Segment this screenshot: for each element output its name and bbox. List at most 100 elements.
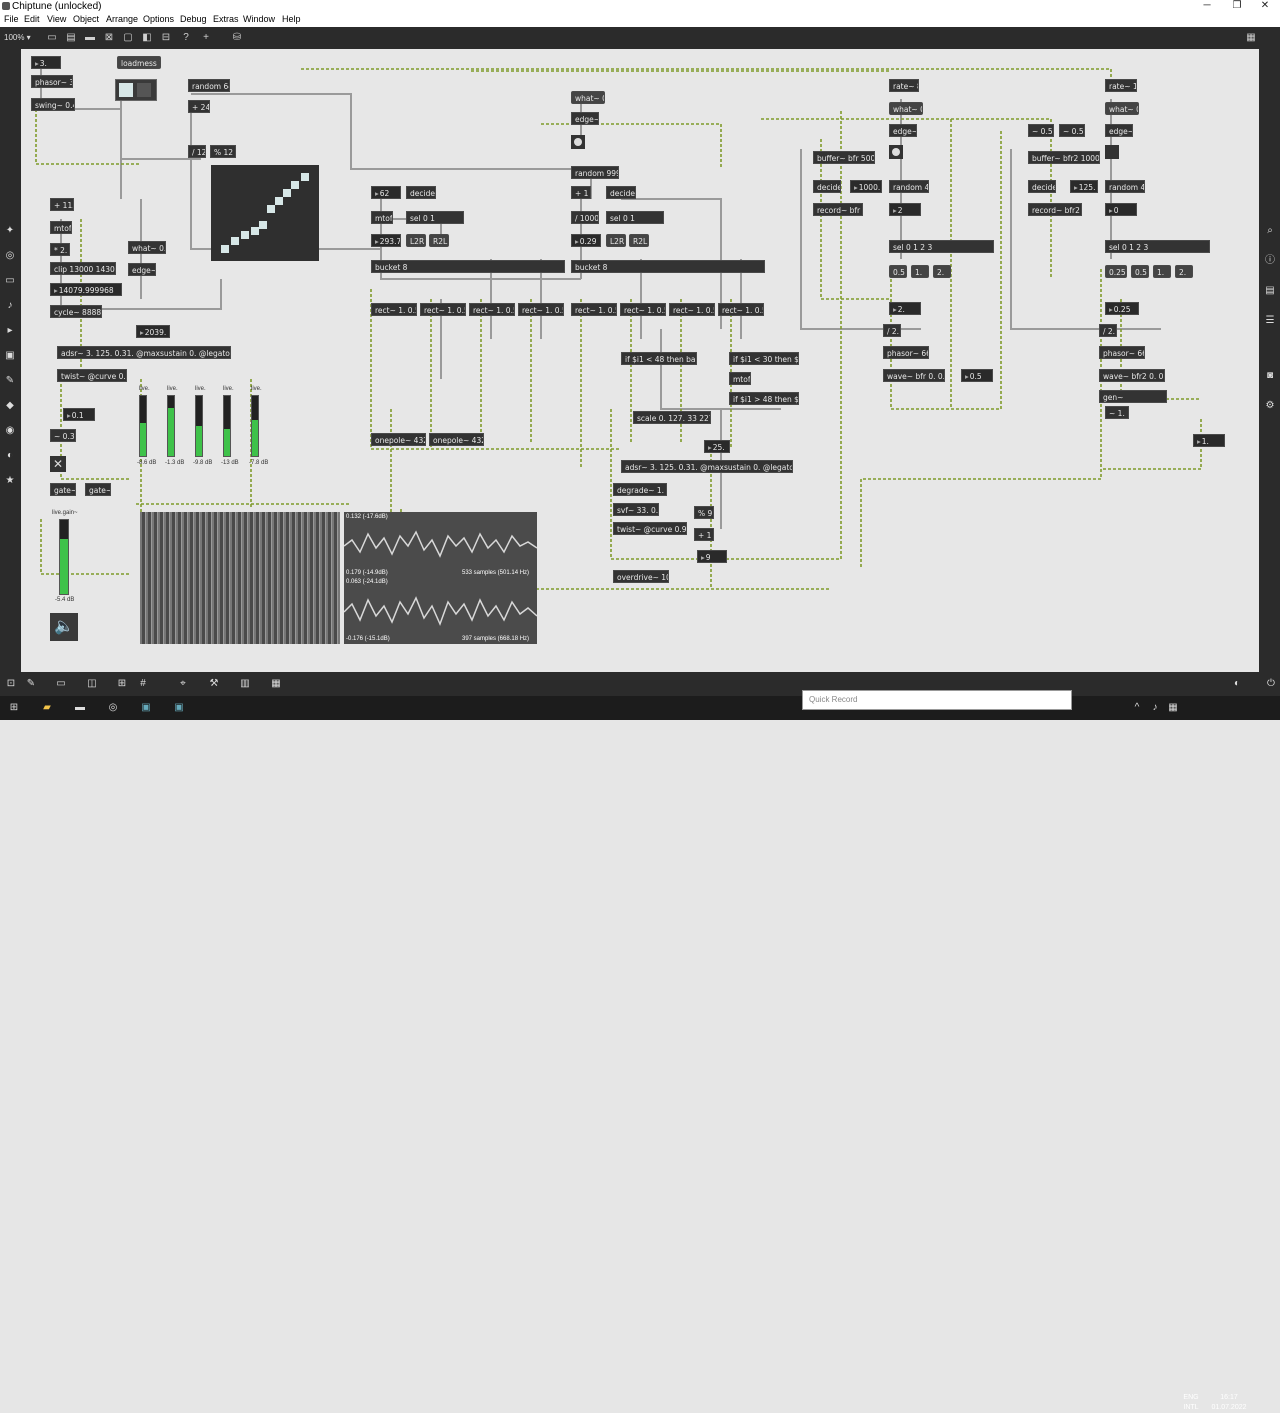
menu-view[interactable]: View [47, 14, 66, 24]
message-box[interactable]: what~ 0. [1105, 102, 1139, 115]
object-box[interactable]: sel 0 1 2 3 [1105, 240, 1210, 253]
number-box[interactable]: 125. [1070, 180, 1098, 193]
object-box[interactable]: ~ 1. [1105, 406, 1129, 419]
comment-icon[interactable]: ▬ [83, 31, 97, 44]
folder-icon[interactable]: ▰ [40, 701, 54, 715]
object-box[interactable]: gen~ [1099, 390, 1167, 403]
presentation-icon[interactable]: ▤ [64, 31, 78, 44]
object-icon[interactable]: ▢ [121, 31, 135, 44]
object-box[interactable]: if $i1 < 30 then $i1 [729, 352, 799, 365]
disc-icon[interactable]: ◉ [3, 424, 17, 438]
menu-edit[interactable]: Edit [24, 14, 40, 24]
menu-window[interactable]: Window [243, 14, 275, 24]
mixer-icon[interactable]: ⊞ [115, 677, 129, 691]
object-box[interactable]: + 115 [50, 198, 74, 211]
power-icon[interactable]: ⏻ [1264, 677, 1278, 691]
grid-icon[interactable]: ⊠ [102, 31, 116, 44]
number-box[interactable]: 1000. [850, 180, 882, 193]
number-box[interactable]: 25. [704, 440, 730, 453]
object-box[interactable]: mtof [729, 372, 751, 385]
number-box[interactable]: 14079.999968 [50, 283, 122, 296]
object-box[interactable]: / 2. [1099, 324, 1117, 337]
camera-icon[interactable]: ◙ [1263, 369, 1277, 383]
bang-button[interactable] [889, 145, 903, 159]
columns-icon[interactable]: ▥ [238, 677, 252, 691]
wrench-icon[interactable]: ⚒ [207, 677, 221, 691]
clock[interactable]: 16:17 01.07.2022 [1204, 1393, 1254, 1413]
message-box[interactable]: 1. [1153, 265, 1171, 278]
object-box[interactable]: + 24 [188, 100, 210, 113]
menu-extras[interactable]: Extras [213, 14, 239, 24]
object-box[interactable]: bucket 8 [571, 260, 765, 273]
object-box[interactable]: wave~ bfr 0. 0. 2 [883, 369, 945, 382]
number-box[interactable]: 0.1 [63, 408, 95, 421]
number-box[interactable]: 9 [697, 550, 727, 563]
menu-help[interactable]: Help [282, 14, 301, 24]
object-box[interactable]: edge~ [571, 112, 599, 125]
number-box[interactable]: 293.7 [371, 234, 401, 247]
object-box[interactable]: scale 0. 127. 33 2270 [633, 411, 711, 424]
object-box[interactable]: rect~ 1. 0.5 [620, 303, 666, 316]
layers-icon[interactable]: ◫ [85, 677, 99, 691]
object-box[interactable]: decide [406, 186, 436, 199]
max-app-icon[interactable]: ◎ [106, 701, 120, 715]
live-meter[interactable] [139, 395, 147, 457]
object-box[interactable]: twist~ @curve 0.9 [57, 369, 127, 382]
windows-start-icon[interactable]: ⊞ [7, 701, 21, 715]
object-box[interactable]: onepole~ 432. [371, 433, 426, 446]
number-box[interactable]: 0 [1105, 203, 1137, 216]
message-box[interactable]: 0.25 [1105, 265, 1127, 278]
object-box[interactable]: * 2. [50, 243, 70, 256]
object-box[interactable]: rect~ 1. 0.5 [518, 303, 564, 316]
list-icon[interactable]: ☰ [1263, 314, 1277, 328]
paint-icon[interactable]: ⛁ [230, 31, 244, 44]
object-box[interactable]: adsr~ 3. 125. 0.31. @maxsustain 0. @lega… [621, 460, 793, 473]
message-box[interactable]: L2R [606, 234, 626, 247]
dial-icon[interactable]: ◐ [3, 449, 17, 463]
keyboard-icon[interactable]: ▦ [269, 677, 283, 691]
message-box[interactable]: 2. [1175, 265, 1193, 278]
object-box[interactable]: / 2. [883, 324, 901, 337]
object-box[interactable]: % 9 [694, 506, 714, 519]
terminal-icon[interactable]: ▬ [73, 701, 87, 715]
object-box[interactable]: buffer~ bfr2 1000 2 [1028, 151, 1100, 164]
number-box[interactable]: 1. [1193, 434, 1225, 447]
object-box[interactable]: buffer~ bfr 500 2 [813, 151, 875, 164]
grid-icon[interactable]: # [136, 677, 150, 691]
bang-button[interactable] [571, 135, 585, 149]
doc-icon[interactable]: ▤ [1263, 284, 1277, 298]
message-box[interactable]: R2L [629, 234, 649, 247]
object-box[interactable]: rect~ 1. 0.5 [420, 303, 466, 316]
message-box[interactable]: loadmess 1 [117, 56, 161, 69]
object-box[interactable]: rate~ 12 [1105, 79, 1137, 92]
object-box[interactable]: ~ 0.5 [1059, 124, 1085, 137]
edit-icon[interactable]: ✎ [24, 677, 38, 691]
object-box[interactable]: svf~ 33. 0.8 [613, 503, 659, 516]
app-icon[interactable]: ▣ [139, 701, 153, 715]
close-icon[interactable]: ✕ [50, 456, 66, 472]
object-box[interactable]: + 1 [571, 186, 591, 199]
live-gain-meter[interactable] [59, 519, 69, 595]
language-indicator[interactable]: ENG INTL [1176, 1393, 1206, 1413]
clip-icon[interactable]: ✎ [3, 374, 17, 388]
number-box[interactable]: 2 [889, 203, 921, 216]
note-icon[interactable]: ♪ [3, 299, 17, 313]
object-box[interactable]: rect~ 1. 0.5 [669, 303, 715, 316]
object-box[interactable]: onepole~ 432. [429, 433, 484, 446]
minimize-button[interactable]: ─ [1192, 0, 1222, 13]
message-box[interactable]: 0.5 [1131, 265, 1149, 278]
object-box[interactable]: random 4 [889, 180, 929, 193]
lock-icon[interactable]: ▭ [45, 31, 59, 44]
message-box[interactable]: what~ 0. [571, 91, 605, 104]
audio-icon[interactable]: ◐ [1230, 677, 1244, 691]
message-box[interactable]: 0.5 [889, 265, 907, 278]
speaker-icon[interactable]: 🔈 [50, 613, 78, 641]
object-box[interactable]: random 64 [188, 79, 230, 92]
message-box[interactable]: L2R [406, 234, 426, 247]
bang-button[interactable] [1105, 145, 1119, 159]
volume-icon[interactable]: ♪ [1148, 701, 1162, 715]
maximize-button[interactable]: ❐ [1222, 0, 1252, 13]
number-box[interactable]: 2039. [136, 325, 170, 338]
object-box[interactable]: twist~ @curve 0.9 [613, 522, 687, 535]
menu-options[interactable]: Options [143, 14, 174, 24]
